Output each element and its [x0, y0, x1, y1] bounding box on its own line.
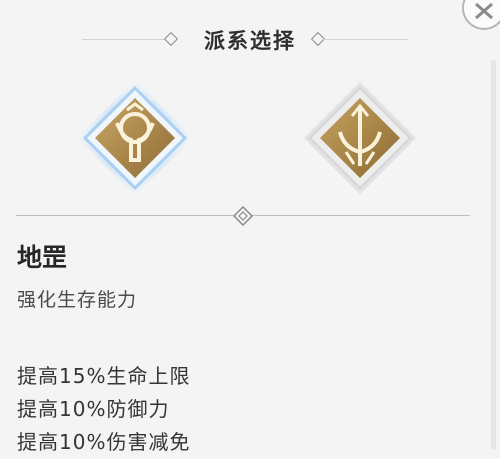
faction-option-dizui[interactable] [75, 78, 195, 198]
close-icon [475, 2, 493, 20]
header: 派系选择 [0, 22, 500, 58]
effect-item: 提高10%防御力 [17, 397, 170, 421]
trident-emblem-icon [304, 82, 416, 194]
dizui-emblem-icon [77, 80, 193, 196]
header-left-line [82, 39, 170, 40]
header-right-line [322, 39, 408, 40]
header-left-diamond [163, 31, 179, 47]
close-button[interactable] [462, 0, 500, 30]
divider-diamond-icon [232, 205, 254, 227]
effect-item: 提高10%伤害减免 [17, 430, 191, 454]
faction-subtitle: 强化生存能力 [17, 289, 138, 311]
effects-list: 提高15%生命上限 提高10%防御力 提高10%伤害减免 [17, 360, 190, 459]
faction-name: 地罡 [17, 243, 68, 272]
effect-item: 提高15%生命上限 [17, 364, 191, 388]
faction-option-second[interactable] [298, 76, 422, 200]
page-title: 派系选择 [204, 29, 296, 53]
scrollbar[interactable] [491, 60, 496, 450]
